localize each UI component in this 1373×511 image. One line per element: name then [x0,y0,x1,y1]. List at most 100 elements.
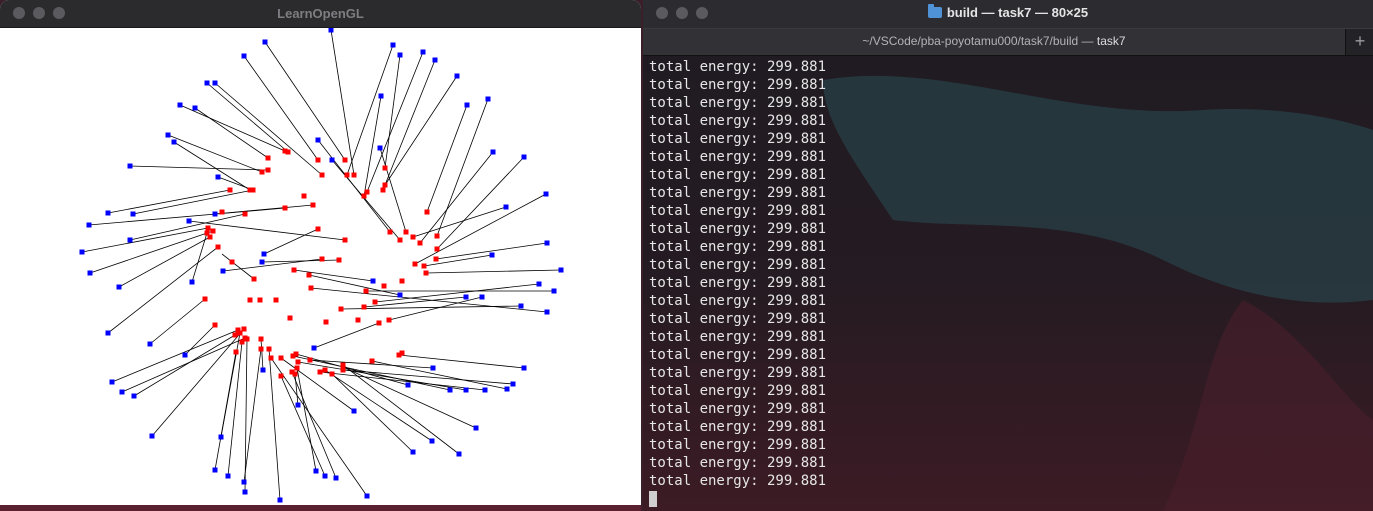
moving-particle [434,246,440,252]
moving-particle [403,229,409,235]
spring-edge [89,230,214,274]
spring-edge [346,44,394,176]
moving-particle [329,371,335,377]
fixed-particle [328,28,334,33]
spring-edge [294,373,299,406]
moving-particle [342,157,348,163]
fixed-particle [105,210,111,216]
output-line: total energy: 299.881 [649,293,827,309]
spring-edge [398,354,525,369]
fixed-particle [536,281,542,287]
moving-particle [258,346,264,352]
output-line: total energy: 299.881 [649,221,827,237]
spring-edge [384,54,401,169]
terminal-output[interactable]: total energy: 299.881 total energy: 299.8… [649,58,1369,508]
fixed-particle [503,204,509,210]
moving-particle [338,306,344,312]
spring-edge [313,322,380,349]
spring-edge [436,156,525,250]
folder-icon [927,4,942,18]
moving-particle [308,285,314,291]
spring-edge [167,134,263,173]
fixed-particle [420,49,426,55]
spring-edge [425,269,562,274]
spring-edge [214,351,237,471]
opengl-canvas[interactable] [0,28,641,505]
fixed-particle [218,434,224,440]
moving-particle [423,270,429,276]
fixed-particle [397,292,403,298]
fixed-particle [241,53,247,59]
moving-particle [273,297,279,303]
moving-particle [315,226,321,232]
moving-particle [315,157,321,163]
spring-edge [214,204,314,215]
fixed-particle [186,218,192,224]
moving-particle [410,234,416,240]
moving-particle [369,358,375,364]
moving-particle [306,272,312,278]
fixed-particle [322,473,328,479]
fixed-particle [390,42,396,48]
fixed-particle [473,425,479,431]
fixed-particle [558,267,564,273]
fixed-particle [489,252,495,258]
fixed-particle [410,449,416,455]
spring-edge [111,329,239,383]
output-line: total energy: 299.881 [649,347,827,363]
new-tab-button[interactable]: + [1345,29,1373,55]
fixed-particle [130,211,136,217]
moving-particle [237,330,243,336]
fixed-particle [311,345,317,351]
moving-particle [399,278,405,284]
spring-edge [384,75,458,186]
spring-edge [173,141,251,191]
moving-particle [278,373,284,379]
moving-particle [295,359,301,365]
output-line: total energy: 299.881 [649,329,827,345]
moving-particle [380,187,386,193]
terminal-titlebar[interactable]: build — task7 — 80×25 [643,0,1373,28]
fixed-particles [79,28,564,503]
moving-particle [361,193,367,199]
opengl-window: LearnOpenGL [0,0,641,511]
moving-particle [382,182,388,188]
spring-edge [419,151,494,244]
spring-edge [206,82,289,153]
moving-particle [355,317,361,323]
moving-particle [301,193,307,199]
fixed-particle [490,149,496,155]
moving-particle [294,365,300,371]
tab-path: ~/VSCode/pba-poyotamu000/task7/build — [862,34,1097,48]
moving-particle [265,155,271,161]
fixed-particle [260,367,266,373]
spring-edge [295,353,409,386]
spring-edge [194,107,269,159]
fixed-particle [241,479,247,485]
spring-edge [270,357,368,497]
fixed-particle [189,279,195,285]
output-line: total energy: 299.881 [649,419,827,435]
fixed-particle [313,468,319,474]
moving-particle [424,209,430,215]
moving-particle [387,229,393,235]
spring-edge [132,189,254,215]
output-line: total energy: 299.881 [649,185,827,201]
moving-particle [232,332,238,338]
spring-edge [366,51,424,193]
moving-particle [207,234,213,240]
moving-particle [287,315,293,321]
spring-edge [414,193,547,265]
moving-particle [259,169,265,175]
terminal-tab[interactable]: ~/VSCode/pba-poyotamu000/task7/build — t… [643,29,1345,55]
fixed-particle [127,163,133,169]
spring-edge [330,29,355,176]
spring-edge [293,269,374,282]
fixed-particle [259,259,265,265]
opengl-titlebar[interactable]: LearnOpenGL [0,0,641,28]
fixed-particle [464,102,470,108]
fixed-particle [405,382,411,388]
fixed-particle [119,389,125,395]
fixed-particle [109,379,115,385]
fixed-particle [479,294,485,300]
